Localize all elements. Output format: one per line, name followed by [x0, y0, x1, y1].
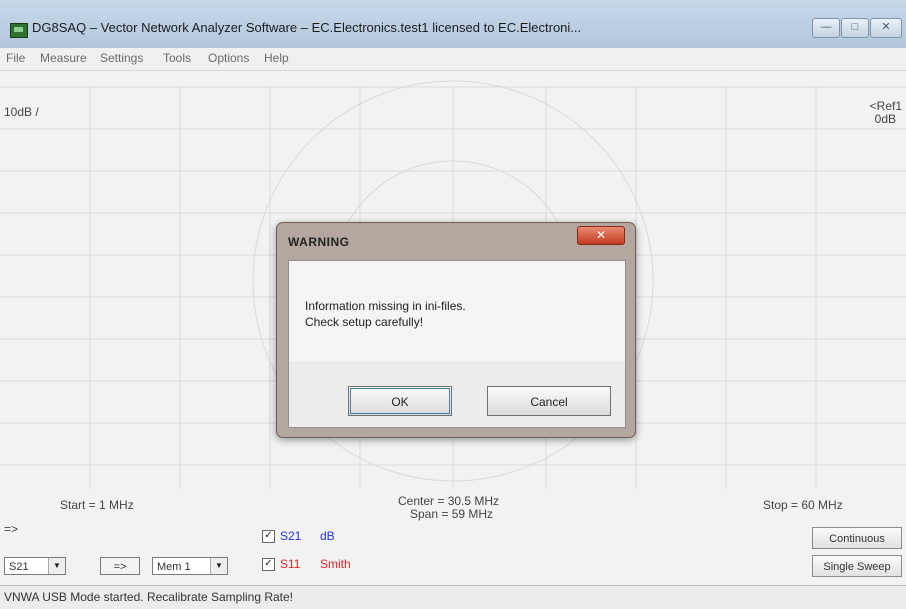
- span-label: Span = 59 MHz: [410, 507, 494, 521]
- scale-label: 10dB /: [4, 105, 39, 119]
- s21-trace-format[interactable]: dB: [320, 529, 335, 543]
- dialog-message: Information missing in ini-files. Check …: [305, 298, 466, 330]
- dialog-message-line-1: Information missing in ini-files.: [305, 299, 466, 313]
- menu-measure[interactable]: Measure: [40, 51, 87, 65]
- menu-bar: File Measure Settings Tools Options Help: [0, 48, 906, 71]
- continuous-button[interactable]: Continuous: [812, 527, 902, 549]
- title-bar[interactable]: DG8SAQ – Vector Network Analyzer Softwar…: [0, 0, 906, 49]
- status-bar: VNWA USB Mode started. Recalibrate Sampl…: [0, 585, 906, 609]
- memory-select-value: Mem 1: [157, 561, 191, 573]
- s11-trace-name: S11: [280, 557, 301, 571]
- dialog-message-line-2: Check setup carefully!: [305, 315, 424, 329]
- ok-button[interactable]: OK: [348, 386, 452, 416]
- window-title: DG8SAQ – Vector Network Analyzer Softwar…: [32, 20, 582, 35]
- start-frequency-label: Start = 1 MHz: [60, 498, 134, 512]
- s11-trace-format[interactable]: Smith: [320, 557, 351, 571]
- cancel-button[interactable]: Cancel: [487, 386, 611, 416]
- app-icon: [10, 23, 28, 38]
- close-button[interactable]: ✕: [870, 18, 902, 38]
- dialog-button-bar: OK Cancel: [289, 361, 625, 427]
- minimize-button[interactable]: —: [812, 18, 840, 38]
- s21-checkbox[interactable]: ✓: [262, 530, 275, 543]
- parameter-select[interactable]: S21 ▼: [4, 557, 66, 575]
- menu-help[interactable]: Help: [264, 51, 289, 65]
- transfer-button[interactable]: =>: [100, 557, 140, 575]
- ref-value-label: 0dB: [874, 112, 896, 126]
- status-text: VNWA USB Mode started. Recalibrate Sampl…: [4, 590, 294, 604]
- parameter-select-value: S21: [9, 561, 29, 573]
- s21-trace-name: S21: [280, 529, 302, 543]
- dialog-title: WARNING: [288, 235, 350, 249]
- single-sweep-button[interactable]: Single Sweep: [812, 555, 902, 577]
- dialog-close-button[interactable]: ✕: [577, 226, 625, 245]
- warning-dialog: WARNING ✕ Information missing in ini-fil…: [276, 222, 636, 438]
- menu-settings[interactable]: Settings: [100, 51, 143, 65]
- arrow-label: =>: [4, 522, 19, 536]
- maximize-button[interactable]: □: [841, 18, 869, 38]
- menu-file[interactable]: File: [6, 51, 25, 65]
- dialog-body: Information missing in ini-files. Check …: [288, 260, 626, 428]
- chevron-down-icon: ▼: [210, 558, 227, 574]
- chevron-down-icon: ▼: [48, 558, 65, 574]
- menu-tools[interactable]: Tools: [163, 51, 191, 65]
- ref-label: <Ref1: [869, 99, 902, 113]
- memory-select[interactable]: Mem 1 ▼: [152, 557, 228, 575]
- stop-frequency-label: Stop = 60 MHz: [763, 498, 843, 512]
- s11-checkbox[interactable]: ✓: [262, 558, 275, 571]
- center-frequency-label: Center = 30.5 MHz: [398, 494, 500, 508]
- menu-options[interactable]: Options: [208, 51, 249, 65]
